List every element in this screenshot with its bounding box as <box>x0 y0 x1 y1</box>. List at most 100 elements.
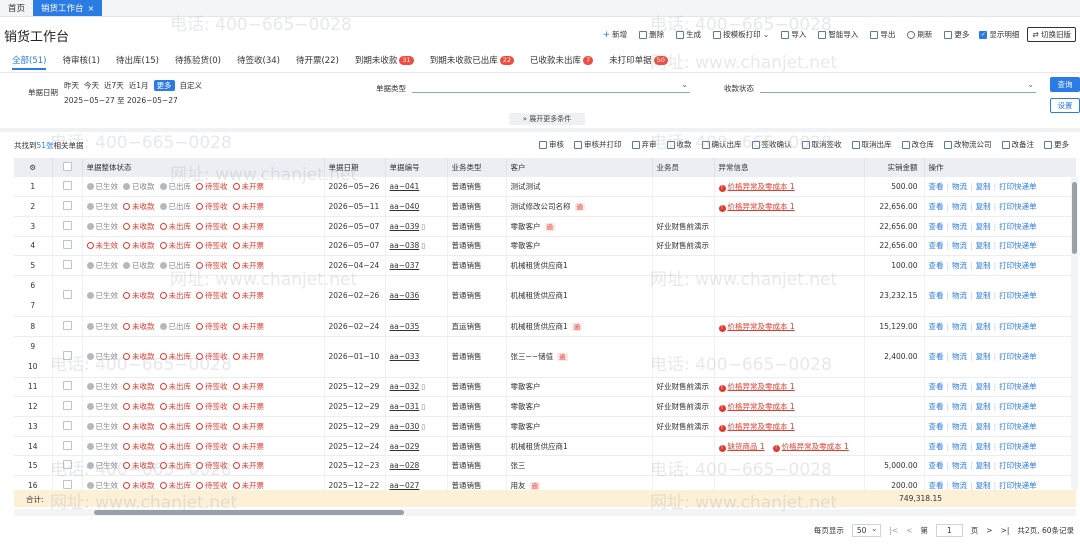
batch-action-button[interactable]: 审核并打印 <box>569 139 627 150</box>
bill-no-link[interactable]: aa−030 <box>390 422 420 431</box>
gear-icon[interactable]: ⚙ <box>29 163 36 172</box>
status-tab[interactable]: 待审核(1) <box>54 52 108 68</box>
op-link[interactable]: 打印快递单 <box>999 182 1037 191</box>
op-link[interactable]: 复制 <box>976 322 991 331</box>
op-link[interactable]: 物流 <box>952 182 967 191</box>
row-checkbox[interactable] <box>62 290 72 300</box>
status-tab[interactable]: 到期未收款 31 <box>347 52 422 68</box>
prev-page-button[interactable]: < <box>906 526 912 535</box>
bill-no-link[interactable]: aa−039 <box>390 222 420 231</box>
tab-home[interactable]: 首页 <box>0 0 33 16</box>
row-checkbox[interactable] <box>62 320 72 330</box>
op-link[interactable]: 复制 <box>976 422 991 431</box>
op-link[interactable]: 复制 <box>976 182 991 191</box>
op-link[interactable]: 复制 <box>976 261 991 270</box>
more-button[interactable]: 更多 <box>938 28 975 42</box>
bill-no-link[interactable]: aa−037 <box>390 261 420 270</box>
bill-no-link[interactable]: aa−041 <box>390 182 420 191</box>
chip-today[interactable]: 今天 <box>84 80 99 91</box>
row-select-cell[interactable] <box>52 436 83 457</box>
col-staff[interactable]: 业务员 <box>652 158 715 177</box>
table-row[interactable]: 9 10 已生效 未收款 未出库 待签收 未开票 2026−01−10 aa−033 普通销售 张三… <box>14 336 1076 378</box>
op-link[interactable]: 打印快递单 <box>999 222 1037 231</box>
scroll-thumb[interactable] <box>1072 182 1077 254</box>
query-button[interactable]: 查询 <box>1050 77 1080 92</box>
op-link[interactable]: 打印快递单 <box>999 382 1037 391</box>
chip-7days[interactable]: 近7天 <box>104 80 124 91</box>
warning-link[interactable]: ! 价格异常及零成本 1 <box>718 322 795 332</box>
table-row[interactable]: 2 已生效 未收款 已出库 待签收 未开票 2026−05−11 aa−040 普通销售 测试修改… <box>14 196 1076 217</box>
op-link[interactable]: 查看 <box>929 182 944 191</box>
add-button[interactable]: + 新增 <box>597 28 634 42</box>
op-link[interactable]: 查看 <box>929 352 944 361</box>
expand-more-button[interactable]: » 展开更多条件 <box>509 113 585 125</box>
op-link[interactable]: 查看 <box>929 402 944 411</box>
generate-button[interactable]: 生成 <box>670 28 707 42</box>
batch-action-button[interactable]: 收款 <box>662 139 697 150</box>
op-link[interactable]: 打印快递单 <box>999 322 1037 331</box>
tab-sales-workbench[interactable]: 销货工作台 × <box>33 0 103 16</box>
col-warning[interactable]: 异常信息 <box>714 158 865 177</box>
row-checkbox[interactable] <box>62 420 72 430</box>
op-link[interactable]: 复制 <box>976 402 991 411</box>
op-link[interactable]: 复制 <box>976 291 991 300</box>
status-tab[interactable]: 待开票(22) <box>288 52 347 68</box>
bill-no-link[interactable]: aa−028 <box>390 461 420 470</box>
status-tab[interactable]: 待签收(34) <box>229 52 288 68</box>
print-template-button[interactable]: 按模板打印 ⌄ <box>707 28 775 42</box>
table-row[interactable]: 8 已生效 未收款 已出库 待签收 未开票 2026−02−24 aa−035 直运销售 机械租赁… <box>14 316 1076 337</box>
batch-action-button[interactable]: 取消出库 <box>847 139 897 150</box>
warning-link[interactable]: ! 价格异常及零成本 1 <box>772 442 849 452</box>
row-select-cell[interactable] <box>52 416 83 437</box>
bill-no-link[interactable]: aa−031 <box>390 402 420 411</box>
op-link[interactable]: 查看 <box>929 241 944 250</box>
col-biz-type[interactable]: 业务类型 <box>447 158 507 177</box>
row-checkbox[interactable] <box>62 181 72 191</box>
row-checkbox[interactable] <box>62 401 72 411</box>
bill-no-link[interactable]: aa−027 <box>390 481 420 490</box>
op-link[interactable]: 物流 <box>952 261 967 270</box>
op-link[interactable]: 打印快递单 <box>999 291 1037 300</box>
row-select-cell[interactable] <box>52 177 83 198</box>
op-link[interactable]: 物流 <box>952 481 967 490</box>
bill-no-link[interactable]: aa−035 <box>390 322 420 331</box>
row-select-cell[interactable] <box>52 336 83 378</box>
bill-no-link[interactable]: aa−040 <box>390 202 420 211</box>
op-link[interactable]: 查看 <box>929 322 944 331</box>
status-tab[interactable]: 已收款未出库 7 <box>522 52 601 68</box>
delete-button[interactable]: 删除 <box>633 28 670 42</box>
status-tab[interactable]: 待出库(15) <box>108 52 167 68</box>
op-link[interactable]: 查看 <box>929 461 944 470</box>
op-link[interactable]: 查看 <box>929 442 944 451</box>
op-link[interactable]: 物流 <box>952 322 967 331</box>
table-row[interactable]: 14 已生效 未收款 未出库 待签收 未开票 2025−12−24 aa−029 普通销售 机械租… <box>14 436 1076 457</box>
col-customer[interactable]: 客户 <box>506 158 653 177</box>
op-link[interactable]: 物流 <box>952 402 967 411</box>
vertical-scrollbar[interactable] <box>1071 178 1078 490</box>
row-select-cell[interactable] <box>52 455 83 477</box>
row-checkbox[interactable] <box>62 220 72 230</box>
op-link[interactable]: 查看 <box>929 382 944 391</box>
last-page-button[interactable]: >| <box>1001 526 1010 535</box>
table-row[interactable]: 12 已生效 未收款 未出库 待签收 未开票 2025−12−29 aa−031 ▯ 普通销售 零散… <box>14 396 1076 417</box>
status-tab[interactable]: 到期未收款已出库 22 <box>422 52 522 68</box>
status-tab[interactable]: 待拣验货(0) <box>167 52 229 68</box>
bill-no-link[interactable]: aa−036 <box>390 291 420 300</box>
op-link[interactable]: 打印快递单 <box>999 461 1037 470</box>
date-range[interactable]: 2025−05−27 至 2026−05−27 <box>64 95 178 106</box>
close-icon[interactable]: × <box>88 4 95 13</box>
op-link[interactable]: 物流 <box>952 422 967 431</box>
op-link[interactable]: 打印快递单 <box>999 241 1037 250</box>
export-button[interactable]: 导出 <box>864 28 901 42</box>
table-row[interactable]: 4 未生效 未收款 未出库 待签收 未开票 2026−05−07 aa−038 ▯ 普通销售 零散客… <box>14 236 1076 257</box>
op-link[interactable]: 复制 <box>976 481 991 490</box>
scroll-thumb[interactable] <box>94 510 404 515</box>
settings-button[interactable]: 设置 <box>1050 98 1080 113</box>
batch-action-button[interactable]: 更多 <box>1039 139 1074 150</box>
row-select-cell[interactable] <box>52 216 83 237</box>
chip-1month[interactable]: 近1月 <box>129 80 149 91</box>
batch-action-button[interactable]: 确认出库 <box>697 139 747 150</box>
col-amount[interactable]: 实销金额 <box>864 158 925 177</box>
op-link[interactable]: 打印快递单 <box>999 442 1037 451</box>
row-checkbox[interactable] <box>62 460 72 470</box>
